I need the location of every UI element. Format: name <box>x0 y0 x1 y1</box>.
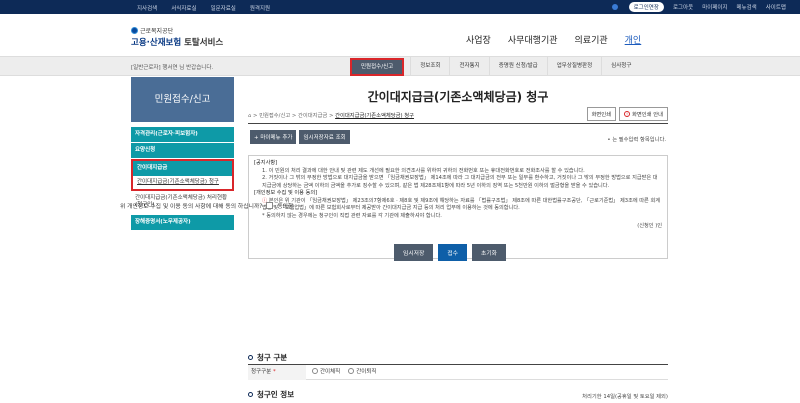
home-icon[interactable]: ⌂ <box>248 113 251 119</box>
sub-tabs: 민원접수/신고 정보조회 전자통지 증명원 신청/발급 업무상질병판정 심사청구 <box>350 57 640 76</box>
sidebar-item-qualification[interactable]: 자격관리(근로자·피보험자) <box>131 127 234 142</box>
notice-item: 2. 거짓이나 그 밖의 부정한 방법으로 대지급금을 받으면 「임금채권보장법… <box>262 175 658 189</box>
required-note: • 는 필수입력 항목입니다. <box>607 137 666 143</box>
sidebar-subitem-claim[interactable]: 간이대지급금(기존소액체당금) 청구 <box>133 176 232 189</box>
processing-note: 처리기한 14일(공휴일 및 토요일 제외) <box>582 394 668 400</box>
submit-button[interactable]: 접수 <box>438 244 468 261</box>
tab-review-request[interactable]: 심사청구 <box>601 57 640 76</box>
applicant-sign: (신청인 )인 <box>637 223 662 229</box>
section-claimant-info: 청구인 정보 <box>248 389 294 400</box>
top-right-links: 로그인연장 로그아웃 마이페이지 메뉴검색 사이트맵 <box>611 2 786 12</box>
tab-info-inquiry[interactable]: 정보조회 <box>410 57 449 76</box>
sitemap-link[interactable]: 사이트맵 <box>766 3 786 11</box>
bullet-icon <box>248 355 253 360</box>
sidebar-item-simple-payment[interactable]: 간이대지급금 <box>133 161 232 176</box>
consent-question: 위 개인정보 수집 및 이용 동의 사항에 대해 동의 하십니까? <box>120 204 263 210</box>
extend-login-button[interactable]: 로그인연장 <box>628 2 664 12</box>
sidebar-title: 민원접수/신고 <box>131 77 234 122</box>
tab-e-notice[interactable]: 전자통지 <box>449 57 488 76</box>
tab-disease-judgment[interactable]: 업무상질병판정 <box>546 57 601 76</box>
privacy-note: * 동의하지 않는 경우에는 청구인이 직접 관련 자료를 각 기관에 제출하셔… <box>262 212 442 219</box>
sub-navigation-bar: [일반근로자] 행서연 님 반갑습니다. 민원접수/신고 정보조회 전자통지 증… <box>0 56 800 76</box>
privacy-item: ⓘ 본인은 위 기관이 「임금채권보장법」 제23조의7항제6호 · 제8호 및… <box>262 197 661 212</box>
notice-heading: [공지사항] <box>254 160 278 166</box>
breadcrumb-current: 간이대지급금(기존소액체당금) 청구 <box>335 113 415 119</box>
link-remote-support[interactable]: 원격지원 <box>250 4 270 12</box>
top-utility-bar: 지사검색 서식자료실 일문자료실 원격지원 로그인연장 로그아웃 마이페이지 메… <box>0 0 800 14</box>
claim-type-options: 간이체직 간이퇴직 <box>312 365 377 380</box>
logo-org-name: 근로복지공단 <box>140 28 174 35</box>
menu-search-link[interactable]: 메뉴검색 <box>737 3 757 11</box>
info-icon: ! <box>624 111 631 117</box>
notice-item: 1. 이 민원의 처리 결과에 대한 안내 및 관련 제도 개선에 필요한 의견… <box>262 167 585 174</box>
gnb-workplace[interactable]: 사업장 <box>466 33 491 46</box>
top-left-links: 지사검색 서식자료실 일문자료실 원격지원 <box>137 4 270 12</box>
link-forms[interactable]: 서식자료실 <box>171 4 196 12</box>
breadcrumb: ⌂ > 민원접수/신고 > 간이대지급금 > 간이대지급금(기존소액체당금) 청… <box>248 113 415 119</box>
print-button[interactable]: 화면인쇄 <box>586 107 617 121</box>
gnb-personal[interactable]: 개인 <box>625 33 642 46</box>
radio-circle-icon <box>312 368 318 374</box>
main-content: 간이대지급금(기존소액체당금) 청구 ⌂ > 민원접수/신고 > 간이대지급금 … <box>248 77 668 259</box>
reset-button[interactable]: 초기화 <box>472 244 507 261</box>
breadcrumb-item[interactable]: 민원접수/신고 <box>259 113 290 119</box>
site-header: 근로복지공단 고용·산재보험 토탈서비스 사업장 사무대행기관 의료기관 개인 <box>0 14 800 56</box>
claim-type-label: 청구구분 * <box>248 365 306 380</box>
section-claim-type: 청구 구분 <box>248 352 287 363</box>
page-title: 간이대지급금(기존소액체당금) 청구 <box>367 90 549 104</box>
comwel-logo-icon <box>131 27 138 34</box>
sidebar-item-disability-cert[interactable]: 장해증명서(노무제공자) <box>131 215 234 230</box>
consent-checkbox[interactable] <box>266 202 274 209</box>
sidebar-item-medical-care[interactable]: 요양신청 <box>131 143 234 158</box>
radio-option[interactable]: 간이퇴직 <box>348 365 377 380</box>
consent-row: 위 개인정보 수집 및 이용 동의 사항에 대해 동의 하십니까? 동의함 <box>120 201 293 210</box>
radio-circle-icon <box>348 368 355 374</box>
privacy-heading: [개인정보 수집 및 이용 동의] <box>254 190 318 196</box>
print-guide-button[interactable]: ! 화면인쇄 안내 <box>619 107 668 121</box>
temp-save-search-button[interactable]: 임시저장자료 조회 <box>299 130 350 144</box>
temp-save-button[interactable]: 임시저장 <box>394 244 434 261</box>
consent-label: 동의함 <box>277 204 294 210</box>
tab-certificate[interactable]: 증명원 신청/발급 <box>488 57 547 76</box>
logout-link[interactable]: 로그아웃 <box>673 3 693 11</box>
sidebar-highlight-box: 간이대지급금 간이대지급금(기존소액체당금) 청구 <box>131 159 234 191</box>
gnb-medical[interactable]: 의료기관 <box>575 33 608 46</box>
welcome-message: [일반근로자] 행서연 님 반갑습니다. <box>131 65 214 71</box>
radio-option[interactable]: 간이체직 <box>312 365 340 380</box>
logo-service-name: 고용·산재보험 토탈서비스 <box>131 38 224 48</box>
tool-buttons: + 마이메뉴 추가 임시저장자료 조회 <box>250 130 350 144</box>
site-logo[interactable]: 근로복지공단 고용·산재보험 토탈서비스 <box>131 26 223 48</box>
add-mymenu-button[interactable]: + 마이메뉴 추가 <box>250 130 297 144</box>
breadcrumb-item[interactable]: 간이대지급금 <box>298 113 327 119</box>
claim-type-row: 청구구분 * 간이체직 간이퇴직 <box>248 364 668 380</box>
mypage-link[interactable]: 마이페이지 <box>702 3 727 11</box>
title-divider <box>248 123 668 124</box>
tab-civil-application[interactable]: 민원접수/신고 <box>350 58 405 76</box>
session-timer-icon <box>611 3 620 11</box>
global-nav: 사업장 사무대행기관 의료기관 개인 <box>466 33 641 46</box>
link-data-room[interactable]: 일문자료실 <box>211 4 236 12</box>
page-buttons: 화면인쇄 ! 화면인쇄 안내 <box>586 107 668 121</box>
form-actions: 임시저장 접수 초기화 <box>394 244 507 261</box>
bullet-icon <box>248 392 253 397</box>
gnb-agency[interactable]: 사무대행기관 <box>508 33 558 46</box>
link-branch-search[interactable]: 지사검색 <box>137 4 157 12</box>
